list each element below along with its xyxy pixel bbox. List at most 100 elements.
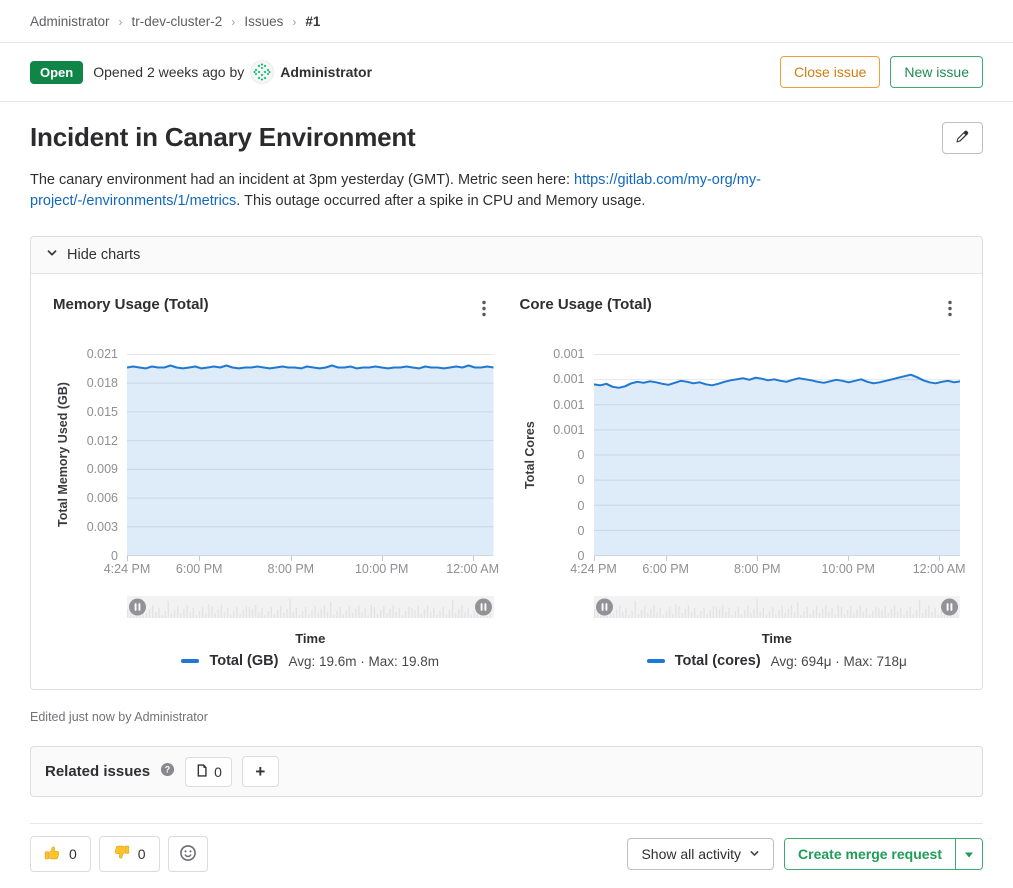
issue-page: Administrator › tr-dev-cluster-2 › Issue…: [0, 0, 1013, 888]
charts-row: Memory Usage (Total) Total Memory Used (G…: [31, 274, 982, 689]
legend-series-name: Total (cores): [675, 653, 761, 669]
create-mr-split-button: Create merge request: [784, 838, 983, 870]
brush-handle-right[interactable]: [941, 599, 958, 616]
chevron-down-icon: [46, 247, 58, 263]
edit-title-button[interactable]: [942, 122, 983, 154]
add-related-issue-button[interactable]: +: [242, 756, 279, 787]
chart-menu-button[interactable]: [474, 296, 494, 324]
opened-text: Opened 2 weeks ago by: [93, 64, 244, 80]
y-axis-ticks: 0.0010.0010.0010.00100000: [540, 354, 594, 556]
thumbs-up-button[interactable]: 0: [30, 836, 91, 872]
x-tick-mark: [127, 556, 128, 561]
x-tick-mark: [757, 556, 758, 561]
y-tick-label: 0: [540, 498, 585, 514]
brush-handle-left[interactable]: [596, 599, 613, 616]
y-tick-label: 0.003: [73, 519, 118, 535]
thumbs-down-button[interactable]: 0: [99, 836, 160, 872]
create-mr-dropdown-toggle[interactable]: [955, 839, 982, 869]
create-merge-request-button[interactable]: Create merge request: [785, 839, 955, 869]
identicon: [251, 61, 273, 83]
breadcrumb-issues[interactable]: Issues: [244, 14, 283, 29]
x-axis-title: Time: [127, 631, 494, 646]
y-tick-label: 0.001: [540, 422, 585, 438]
plot-area: [594, 354, 961, 556]
x-tick-label: 6:00 PM: [176, 562, 223, 576]
y-tick-label: 0.018: [73, 375, 118, 391]
title-row: Incident in Canary Environment: [0, 102, 1013, 154]
breadcrumb-issue-number[interactable]: #1: [305, 14, 320, 29]
chart-menu-button[interactable]: [940, 296, 960, 324]
x-tick-label: 12:00 AM: [913, 562, 966, 576]
y-tick-label: 0.021: [73, 346, 118, 362]
x-tick-mark: [382, 556, 383, 561]
x-tick-label: 10:00 PM: [355, 562, 409, 576]
svg-text:?: ?: [165, 764, 170, 774]
hide-charts-toggle[interactable]: Hide charts: [31, 237, 982, 274]
x-tick-label: 6:00 PM: [642, 562, 689, 576]
new-issue-button[interactable]: New issue: [890, 56, 983, 88]
footer-actions: 0 0 Show all activity C: [0, 824, 1013, 888]
description-text: . This outage occurred after a spike in …: [236, 193, 645, 209]
y-axis-ticks: 0.0210.0180.0150.0120.0090.0060.0030: [73, 354, 127, 556]
breadcrumb-administrator[interactable]: Administrator: [30, 14, 110, 29]
author-name[interactable]: Administrator: [280, 64, 372, 80]
add-emoji-button[interactable]: [168, 836, 208, 872]
caret-down-icon: [964, 847, 974, 862]
chart-title: Memory Usage (Total): [53, 296, 209, 313]
issue-status-bar: Open Opened 2 weeks ago by Administrator…: [0, 43, 1013, 102]
issue-description: The canary environment had an incident a…: [0, 154, 986, 212]
status-badge: Open: [30, 61, 83, 84]
breadcrumb-separator: ›: [231, 15, 235, 29]
y-tick-label: 0: [540, 523, 585, 539]
page-title: Incident in Canary Environment: [30, 122, 942, 153]
activity-filter-dropdown[interactable]: Show all activity: [627, 838, 774, 870]
thumbs-down-icon: [113, 844, 130, 864]
metrics-charts-panel: Hide charts Memory Usage (Total) Total Me…: [30, 236, 983, 690]
plot-area: [127, 354, 494, 556]
y-tick-label: 0: [540, 472, 585, 488]
description-text: The canary environment had an incident a…: [30, 172, 574, 188]
y-tick-label: 0.012: [73, 433, 118, 449]
hide-charts-label: Hide charts: [67, 247, 140, 263]
thumbs-down-count: 0: [138, 846, 146, 862]
time-range-brush[interactable]: [127, 596, 494, 618]
x-tick-label: 10:00 PM: [821, 562, 875, 576]
breadcrumb-project[interactable]: tr-dev-cluster-2: [132, 14, 223, 29]
metrics-chart-memory: Memory Usage (Total) Total Memory Used (G…: [53, 296, 494, 669]
y-tick-label: 0.001: [540, 371, 585, 387]
y-tick-label: 0.001: [540, 346, 585, 362]
x-tick-label: 8:00 PM: [734, 562, 781, 576]
smiley-icon: [179, 844, 197, 865]
kebab-menu-icon: [482, 305, 486, 320]
legend-swatch: [647, 659, 665, 663]
thumbs-up-count: 0: [69, 846, 77, 862]
issue-document-icon: [195, 763, 209, 781]
related-issues-panel: Related issues ? 0 +: [30, 746, 983, 797]
help-icon[interactable]: ?: [160, 762, 175, 782]
y-axis-label: Total Memory Used (GB): [56, 354, 70, 556]
brush-handle-left[interactable]: [129, 599, 146, 616]
edited-note: Edited just now by Administrator: [0, 690, 1013, 724]
related-issues-count: 0: [214, 764, 222, 780]
close-issue-button[interactable]: Close issue: [780, 56, 880, 88]
pencil-icon: [955, 129, 970, 147]
breadcrumb: Administrator › tr-dev-cluster-2 › Issue…: [0, 0, 1013, 43]
header-actions: Close issue New issue: [780, 56, 983, 88]
x-tick-mark: [199, 556, 200, 561]
avatar[interactable]: [250, 60, 274, 84]
legend-swatch: [181, 659, 199, 663]
x-tick-mark: [939, 556, 940, 561]
chart-legend: Total (cores) Avg: 694μ · Max: 718μ: [594, 653, 961, 669]
x-axis-ticks: 4:24 PM6:00 PM8:00 PM10:00 PM12:00 AM: [127, 556, 494, 580]
x-tick-mark: [473, 556, 474, 561]
related-issues-count-badge: 0: [185, 757, 232, 787]
y-tick-label: 0.009: [73, 461, 118, 477]
activity-filter-label: Show all activity: [641, 846, 741, 862]
legend-series-stats: Avg: 19.6m · Max: 19.8m: [288, 654, 439, 669]
x-tick-mark: [848, 556, 849, 561]
chevron-down-icon: [749, 846, 760, 862]
brush-handle-right[interactable]: [475, 599, 492, 616]
legend-series-stats: Avg: 694μ · Max: 718μ: [771, 654, 907, 669]
x-tick-label: 4:24 PM: [104, 562, 151, 576]
time-range-brush[interactable]: [594, 596, 961, 618]
